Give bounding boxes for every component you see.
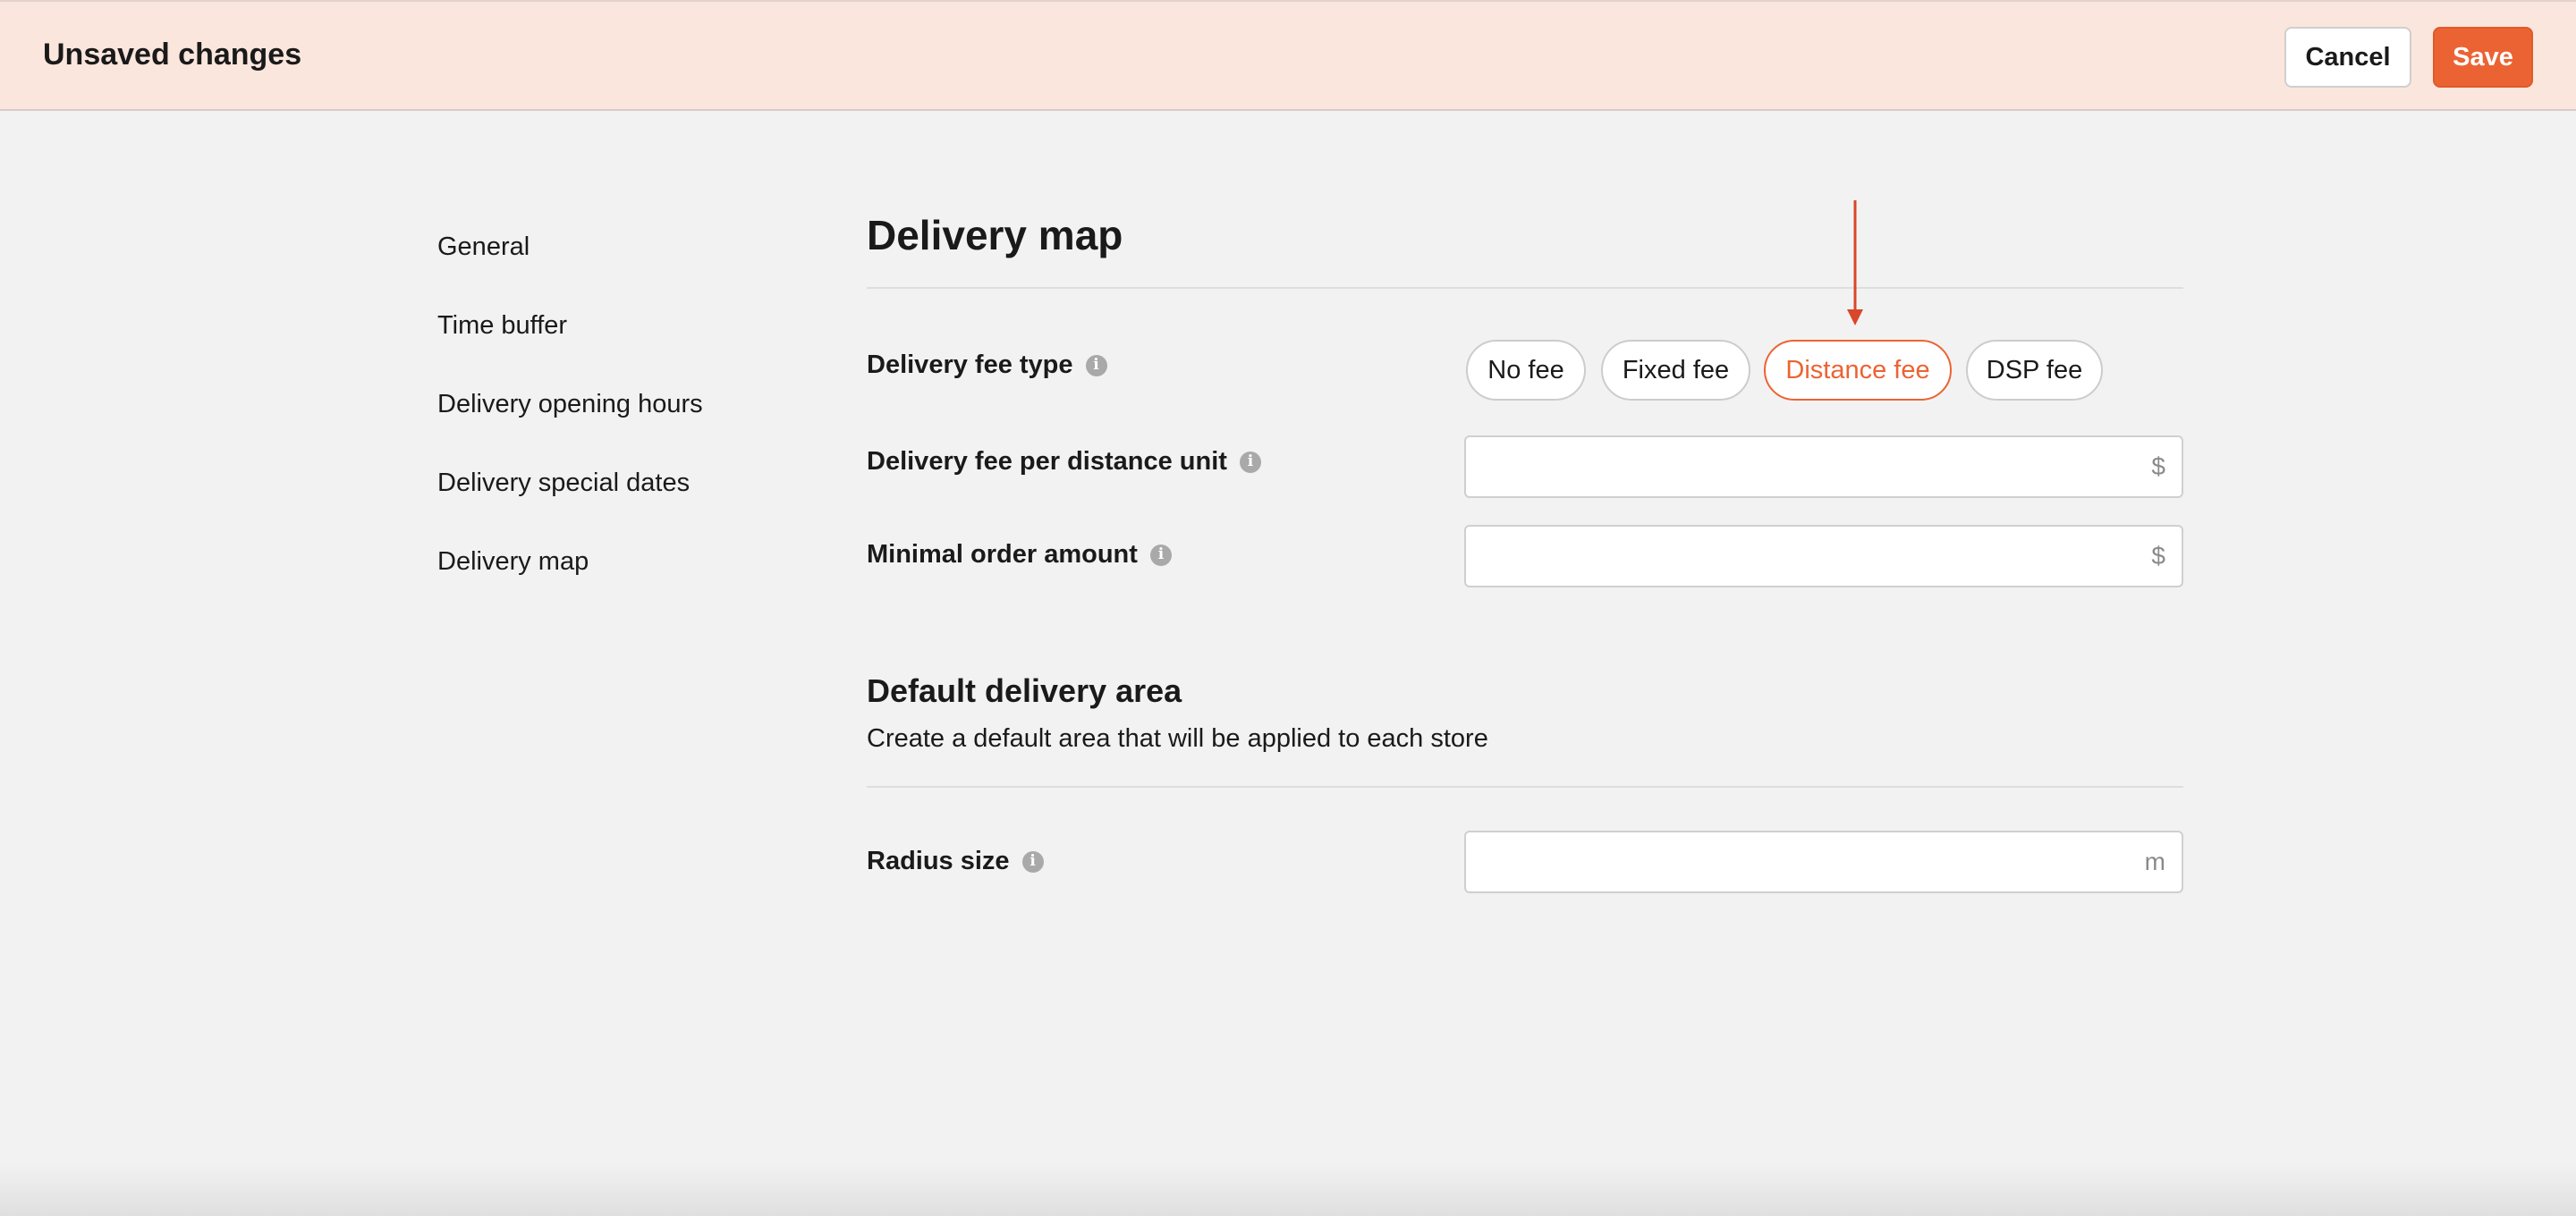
annotation-arrow-icon	[1847, 200, 1863, 325]
info-icon[interactable]: i	[1239, 451, 1261, 473]
fee-option-no-fee[interactable]: No fee	[1466, 340, 1586, 401]
fee-option-fixed-fee[interactable]: Fixed fee	[1601, 340, 1750, 401]
radius-size-input[interactable]: m	[1464, 831, 2183, 893]
unsaved-changes-title: Unsaved changes	[43, 38, 302, 72]
page-title: Delivery map	[867, 212, 1123, 258]
save-button[interactable]: Save	[2433, 27, 2533, 88]
minimal-order-input[interactable]: $	[1464, 525, 2183, 587]
sidebar-item-delivery-special-dates[interactable]: Delivery special dates	[437, 469, 690, 498]
info-icon[interactable]: i	[1021, 850, 1044, 873]
currency-suffix: $	[2151, 542, 2165, 570]
fee-per-distance-label-text: Delivery fee per distance unit	[867, 447, 1227, 476]
fee-option-distance-fee[interactable]: Distance fee	[1764, 340, 1952, 401]
default-area-title: Default delivery area	[867, 672, 1182, 709]
fee-per-distance-input[interactable]: $	[1464, 435, 2183, 498]
info-icon[interactable]: i	[1149, 544, 1172, 566]
currency-suffix: $	[2151, 452, 2165, 480]
unsaved-changes-bar: Unsaved changes Cancel Save	[0, 0, 2576, 111]
sidebar-item-general[interactable]: General	[437, 232, 530, 262]
section-divider	[867, 786, 2183, 788]
radius-size-label-text: Radius size	[867, 847, 1010, 875]
fee-option-dsp-fee[interactable]: DSP fee	[1966, 340, 2103, 401]
cancel-button[interactable]: Cancel	[2284, 27, 2411, 88]
title-divider	[867, 287, 2183, 289]
radius-size-label: Radius size i	[867, 847, 1044, 876]
default-area-description: Create a default area that will be appli…	[867, 724, 1488, 753]
sidebar-item-delivery-map[interactable]: Delivery map	[437, 547, 589, 577]
bottom-shadow	[0, 1162, 2576, 1216]
minimal-order-label: Minimal order amount i	[867, 540, 1172, 570]
info-icon[interactable]: i	[1085, 354, 1107, 376]
fee-per-distance-label: Delivery fee per distance unit i	[867, 447, 1261, 477]
delivery-fee-type-label: Delivery fee type i	[867, 350, 1107, 380]
unit-suffix: m	[2144, 848, 2165, 875]
sidebar-item-delivery-opening-hours[interactable]: Delivery opening hours	[437, 390, 703, 419]
sidebar-item-time-buffer[interactable]: Time buffer	[437, 311, 567, 341]
delivery-fee-type-label-text: Delivery fee type	[867, 350, 1073, 379]
minimal-order-label-text: Minimal order amount	[867, 540, 1138, 569]
